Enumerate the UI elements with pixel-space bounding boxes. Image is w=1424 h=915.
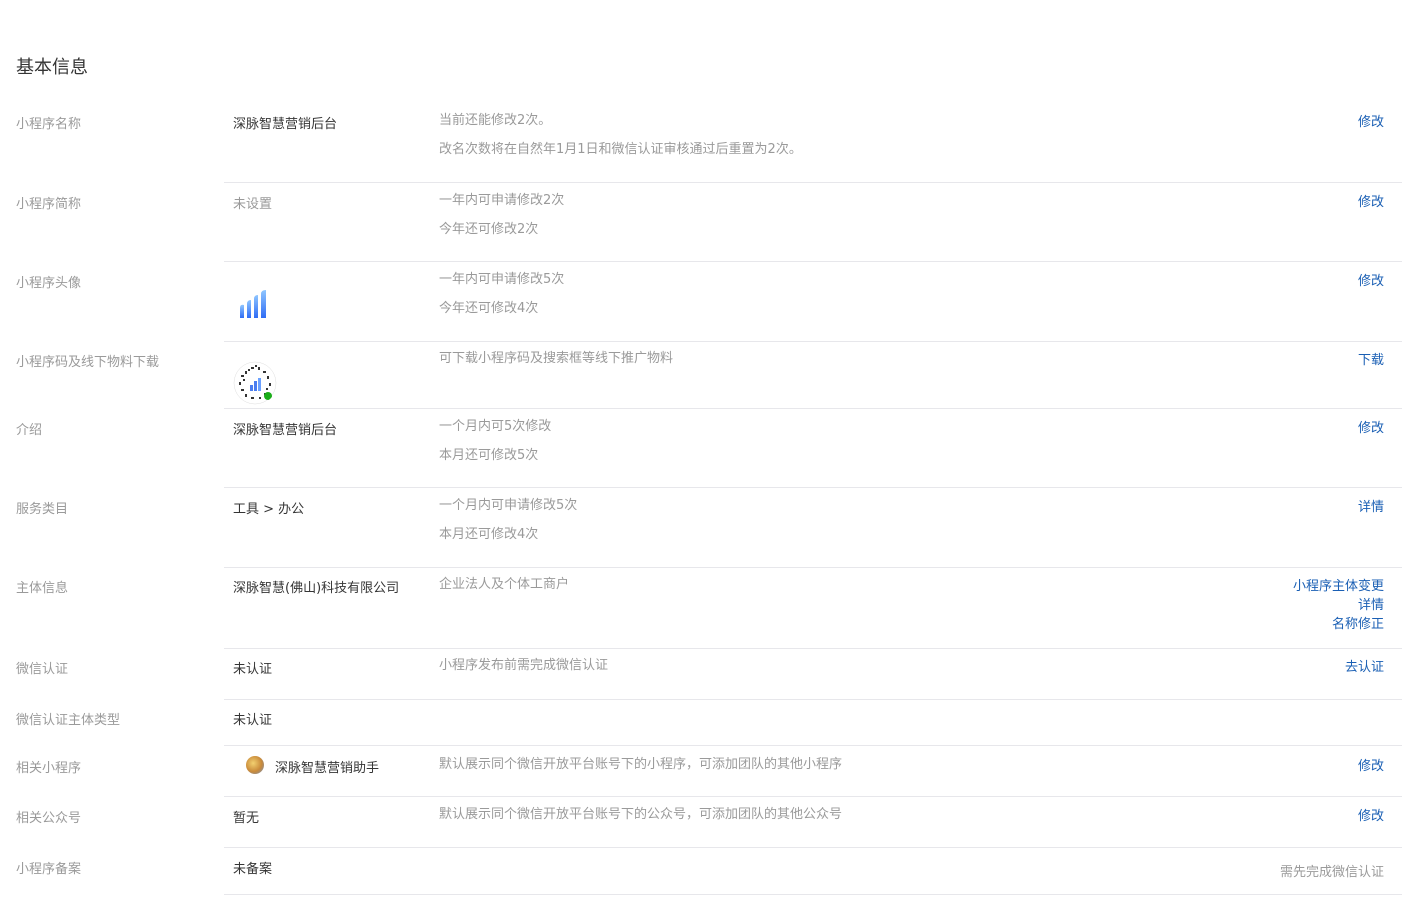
row-label: 小程序名称: [16, 117, 82, 132]
app-avatar-icon: [240, 290, 266, 318]
desc-line-1: 默认展示同个微信开放平台账号下的小程序，可添加团队的其他小程序: [439, 757, 843, 772]
desc-line-2: 本月还可修改5次: [439, 448, 539, 463]
row-divider: [224, 341, 1402, 342]
desc-line-1: 当前还能修改2次。: [439, 113, 552, 128]
entity-details-link[interactable]: 详情: [1293, 596, 1384, 615]
row-value: 工具 > 办公: [233, 502, 305, 517]
row-description: 小程序发布前需完成微信认证: [439, 658, 608, 673]
entity-change-link[interactable]: 小程序主体变更: [1293, 577, 1384, 596]
desc-line-1: 一个月内可5次修改: [439, 419, 552, 434]
desc-line-2: 今年还可修改2次: [439, 222, 539, 237]
name-correction-link[interactable]: 名称修正: [1293, 615, 1384, 634]
row-short-name: 小程序简称 未设置 一年内可申请修改2次 今年还可修改2次 修改: [0, 193, 1402, 262]
related-app-avatar: [246, 756, 264, 774]
row-qr-download: 小程序码及线下物料下载 可下载小程序码及搜索框等线下推广物料 下载: [0, 351, 1402, 409]
row-value: 未认证: [233, 662, 273, 677]
row-value: 深脉智慧营销后台: [233, 423, 338, 438]
row-value: 未备案: [233, 862, 273, 877]
desc-line-2: 今年还可修改4次: [439, 301, 539, 316]
entity-actions: 小程序主体变更 详情 名称修正: [1293, 577, 1384, 634]
row-divider: [224, 796, 1402, 797]
row-divider: [224, 182, 1402, 183]
modify-intro-link[interactable]: 修改: [1358, 419, 1384, 438]
row-label: 小程序码及线下物料下载: [16, 355, 160, 370]
category-details-link[interactable]: 详情: [1358, 498, 1384, 517]
mini-program-code-icon: [233, 361, 277, 405]
row-divider: [224, 567, 1402, 568]
row-description: 可下载小程序码及搜索框等线下推广物料: [439, 351, 673, 366]
row-label: 小程序简称: [16, 197, 82, 212]
row-label: 相关小程序: [16, 761, 82, 776]
row-label: 小程序备案: [16, 862, 82, 877]
row-label: 服务类目: [16, 502, 69, 517]
row-label: 小程序头像: [16, 276, 82, 291]
row-mini-program-name: 小程序名称 深脉智慧营销后台 当前还能修改2次。 改名次数将在自然年1月1日和微…: [0, 113, 1402, 183]
row-description: 默认展示同个微信开放平台账号下的小程序，可添加团队的其他小程序: [439, 757, 842, 772]
row-filing: 小程序备案 未备案 需先完成微信认证: [0, 858, 1402, 895]
row-divider: [224, 487, 1402, 488]
row-description: 一个月内可5次修改 本月还可修改5次: [439, 419, 551, 463]
row-description: 一年内可申请修改2次 今年还可修改2次: [439, 193, 564, 237]
desc-line-1: 默认展示同个微信开放平台账号下的公众号，可添加团队的其他公众号: [439, 807, 843, 822]
page-title: 基本信息: [16, 57, 88, 78]
modify-related-mini-programs-link[interactable]: 修改: [1358, 757, 1384, 776]
row-value: 暂无: [233, 811, 260, 826]
row-service-category: 服务类目 工具 > 办公 一个月内可申请修改5次 本月还可修改4次 详情: [0, 498, 1402, 568]
row-label: 主体信息: [16, 581, 69, 596]
desc-line-1: 可下载小程序码及搜索框等线下推广物料: [439, 351, 674, 366]
row-value: 未认证: [233, 713, 273, 728]
row-entity-info: 主体信息 深脉智慧(佛山)科技有限公司 企业法人及个体工商户 小程序主体变更 详…: [0, 577, 1402, 649]
desc-line-1: 小程序发布前需完成微信认证: [439, 658, 609, 673]
modify-name-link[interactable]: 修改: [1358, 113, 1384, 132]
row-related-official-accounts: 相关公众号 暂无 默认展示同个微信开放平台账号下的公众号，可添加团队的其他公众号…: [0, 807, 1402, 848]
row-value: 深脉智慧(佛山)科技有限公司: [233, 581, 400, 596]
row-description: 当前还能修改2次。 改名次数将在自然年1月1日和微信认证审核通过后重置为2次。: [439, 113, 802, 157]
modify-avatar-link[interactable]: 修改: [1358, 272, 1384, 291]
row-value: 深脉智慧营销后台: [233, 117, 338, 132]
row-label: 微信认证主体类型: [16, 713, 121, 728]
row-introduction: 介绍 深脉智慧营销后台 一个月内可5次修改 本月还可修改5次 修改: [0, 419, 1402, 488]
row-divider: [224, 408, 1402, 409]
row-description: 一年内可申请修改5次 今年还可修改4次: [439, 272, 564, 316]
row-divider: [224, 894, 1402, 895]
desc-line-1: 企业法人及个体工商户: [439, 577, 570, 592]
download-link[interactable]: 下载: [1358, 351, 1384, 370]
row-value: 深脉智慧营销助手: [275, 761, 380, 776]
modify-related-accounts-link[interactable]: 修改: [1358, 807, 1384, 826]
row-related-mini-programs: 相关小程序 深脉智慧营销助手 默认展示同个微信开放平台账号下的小程序，可添加团队…: [0, 745, 1402, 797]
row-description: 默认展示同个微信开放平台账号下的公众号，可添加团队的其他公众号: [439, 807, 842, 822]
row-label: 微信认证: [16, 662, 69, 677]
row-divider: [224, 261, 1402, 262]
row-divider: [224, 699, 1402, 700]
desc-line-1: 一年内可申请修改2次: [439, 193, 565, 208]
desc-line-1: 一年内可申请修改5次: [439, 272, 565, 287]
row-label: 介绍: [16, 423, 43, 438]
desc-line-2: 改名次数将在自然年1月1日和微信认证审核通过后重置为2次。: [439, 142, 802, 157]
filing-hint: 需先完成微信认证: [1279, 865, 1384, 880]
desc-line-2: 本月还可修改4次: [439, 527, 539, 542]
go-verify-link[interactable]: 去认证: [1345, 658, 1384, 677]
row-avatar: 小程序头像 一年内可申请修改5次 今年还可修改4次 修改: [0, 272, 1402, 342]
row-wechat-verification: 微信认证 未认证 小程序发布前需完成微信认证 去认证: [0, 658, 1402, 700]
desc-line-1: 一个月内可申请修改5次: [439, 498, 578, 513]
row-description: 企业法人及个体工商户: [439, 577, 569, 592]
modify-short-name-link[interactable]: 修改: [1358, 193, 1384, 212]
row-description: 一个月内可申请修改5次 本月还可修改4次: [439, 498, 577, 542]
row-verification-entity-type: 微信认证主体类型 未认证: [0, 709, 1402, 746]
row-divider: [224, 847, 1402, 848]
row-divider: [224, 648, 1402, 649]
row-value: 未设置: [233, 197, 273, 212]
row-label: 相关公众号: [16, 811, 82, 826]
